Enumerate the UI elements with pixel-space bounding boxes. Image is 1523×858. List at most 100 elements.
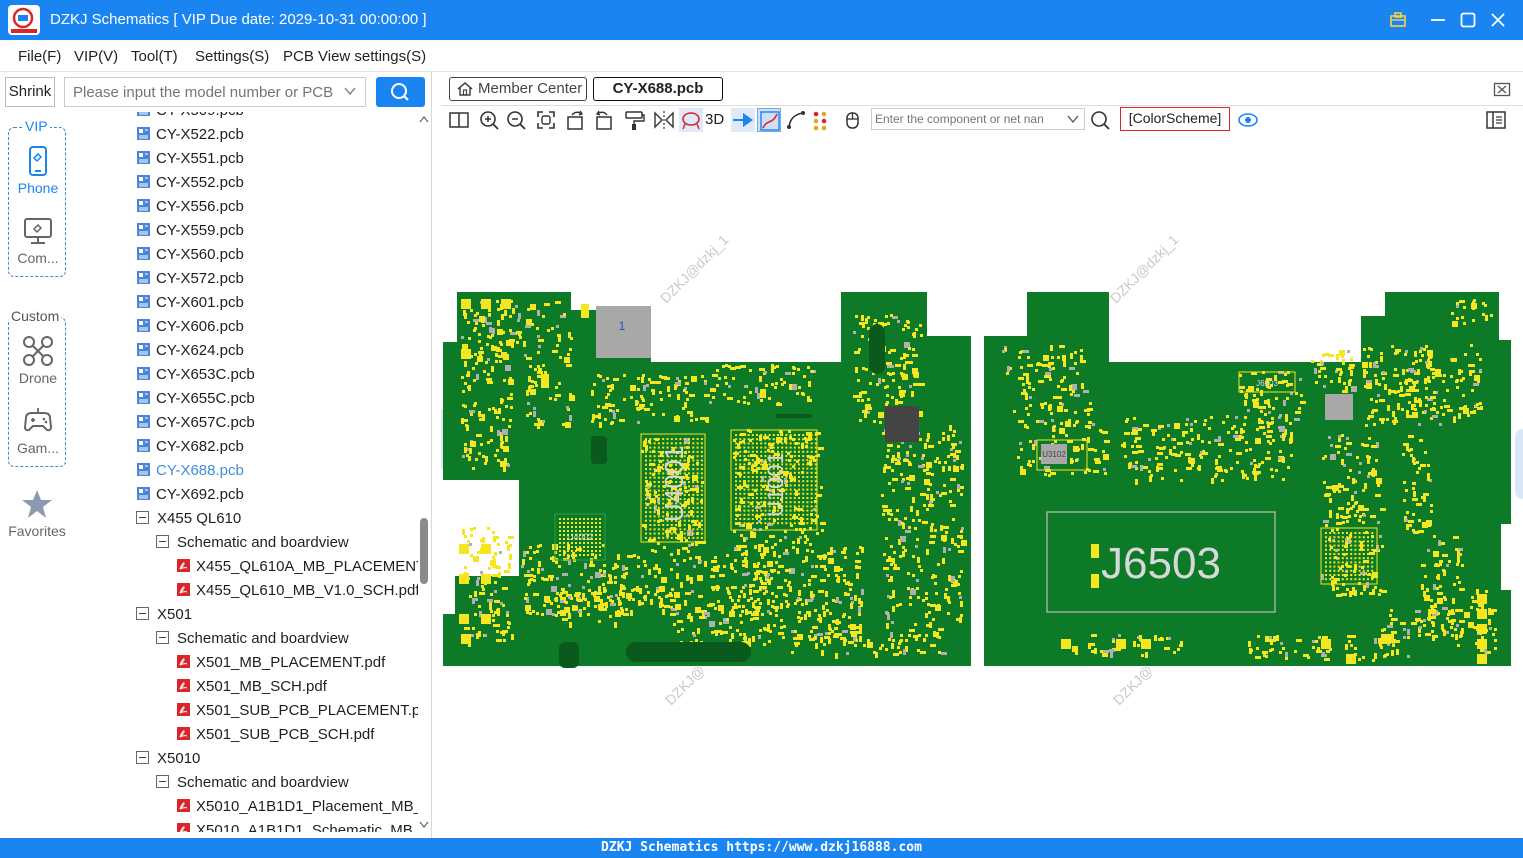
- pin-dots-icon[interactable]: [810, 108, 834, 132]
- zoom-out-icon[interactable]: [504, 108, 528, 132]
- tree-pcb-file[interactable]: CY-X606.pcb: [136, 315, 244, 339]
- tree-pcb-file[interactable]: CY-X682.pcb: [136, 435, 244, 459]
- collapse-toggle-icon[interactable]: [136, 751, 149, 764]
- tree-pcb-file[interactable]: CY-X624.pcb: [136, 339, 244, 363]
- collapse-toggle-icon[interactable]: [156, 631, 169, 644]
- tab-active-pcb[interactable]: CY-X688.pcb: [593, 77, 723, 101]
- tree-pdf-file[interactable]: X501_SUB_PCB_PLACEMENT.pdf: [176, 699, 418, 723]
- collapse-toggle-icon[interactable]: [136, 607, 149, 620]
- tree-pdf-file[interactable]: X5010_A1B1D1_Placement_MB_V: [176, 795, 418, 819]
- tree-pcb-file[interactable]: CY-X657C.pcb: [136, 411, 255, 435]
- rotate-right-icon[interactable]: [591, 108, 615, 132]
- pcb-pad: [670, 438, 673, 440]
- pcb-pad: [810, 509, 813, 512]
- pan-hand-icon[interactable]: [841, 108, 865, 132]
- pcb-pad: [887, 449, 890, 452]
- tree-pcb-file[interactable]: CY-X522.pcb: [136, 123, 244, 147]
- 3d-view-button[interactable]: 3D: [705, 108, 733, 132]
- side-panel-toggle-icon[interactable]: [1484, 108, 1508, 132]
- pcb-canvas[interactable]: DZKJ@dzkj_1 DZKJ@dzkj_1 DZKJ@ DZKJ@ 1 U4…: [441, 134, 1523, 838]
- tree-pcb-file[interactable]: CY-X601.pcb: [136, 291, 244, 315]
- collapse-toggle-icon[interactable]: [156, 775, 169, 788]
- close-button[interactable]: [1486, 8, 1510, 32]
- tree-pdf-file[interactable]: X455_QL610_MB_V1.0_SCH.pdf: [176, 579, 418, 603]
- favorites-button[interactable]: Favorites: [4, 487, 70, 539]
- tree-pcb-file[interactable]: CY-X509.pcb: [136, 112, 244, 123]
- pcb-board-view[interactable]: DZKJ@dzkj_1 DZKJ@dzkj_1 DZKJ@ DZKJ@ 1 U4…: [441, 134, 1523, 838]
- tree-folder[interactable]: X501: [136, 603, 192, 627]
- collapse-toggle-icon[interactable]: [136, 511, 149, 524]
- tree-pcb-file[interactable]: CY-X556.pcb: [136, 195, 244, 219]
- tree-pcb-file[interactable]: CY-X560.pcb: [136, 243, 244, 267]
- tree-scrollbar[interactable]: [418, 112, 430, 832]
- probe-icon[interactable]: [731, 108, 755, 132]
- component-search-input[interactable]: [875, 111, 1065, 127]
- menu-settings[interactable]: Settings(S): [195, 48, 269, 65]
- rotate-left-icon[interactable]: [564, 108, 588, 132]
- tree-pdf-file[interactable]: X501_SUB_PCB_SCH.pdf: [176, 723, 374, 747]
- component-search-field[interactable]: [871, 108, 1085, 130]
- close-tab-icon[interactable]: [1493, 80, 1511, 101]
- tree-pdf-file[interactable]: X501_MB_SCH.pdf: [176, 675, 327, 699]
- colorscheme-button[interactable]: [ColorScheme]: [1120, 107, 1230, 131]
- tree-pdf-file[interactable]: X501_MB_PLACEMENT.pdf: [176, 651, 385, 675]
- chevron-down-icon[interactable]: [343, 84, 357, 101]
- category-drone[interactable]: Drone: [9, 334, 67, 386]
- tree-pcb-file[interactable]: CY-X572.pcb: [136, 267, 244, 291]
- pcb-pad: [1451, 609, 1454, 612]
- eye-icon[interactable]: [1236, 108, 1260, 132]
- trace-icon[interactable]: [784, 108, 808, 132]
- split-view-icon[interactable]: [447, 108, 471, 132]
- search-icon[interactable]: [1088, 108, 1112, 132]
- search-button[interactable]: [376, 77, 425, 107]
- tree-folder[interactable]: X455 QL610: [136, 507, 241, 531]
- tree-pcb-file[interactable]: CY-X551.pcb: [136, 147, 244, 171]
- shrink-button[interactable]: Shrink: [5, 77, 55, 107]
- pcb-pad: [785, 372, 791, 375]
- tree-folder[interactable]: X5010: [136, 747, 200, 771]
- pin-icon[interactable]: [1386, 8, 1410, 32]
- category-phone[interactable]: Phone: [9, 144, 67, 196]
- tree-folder[interactable]: Schematic and boardview: [156, 627, 349, 651]
- pcb-pad: [1072, 390, 1075, 393]
- tree-pcb-file[interactable]: CY-X653C.pcb: [136, 363, 255, 387]
- category-game[interactable]: Gam...: [9, 404, 67, 456]
- pcb-pad: [810, 455, 813, 457]
- pcb-pad: [1284, 373, 1287, 376]
- category-computer[interactable]: Com...: [9, 214, 67, 266]
- format-painter-icon[interactable]: [622, 108, 646, 132]
- tab-member-center[interactable]: Member Center: [449, 77, 587, 101]
- model-search-field[interactable]: [64, 77, 366, 107]
- tree-pcb-file[interactable]: CY-X655C.pcb: [136, 387, 255, 411]
- pcb-pad: [711, 560, 717, 563]
- pcb-pad: [906, 343, 909, 346]
- collapse-toggle-icon[interactable]: [156, 535, 169, 548]
- route-icon[interactable]: [757, 108, 781, 132]
- tree-folder[interactable]: Schematic and boardview: [156, 771, 349, 795]
- pcb-pad: [848, 583, 851, 586]
- menu-vip[interactable]: VIP(V): [74, 48, 118, 65]
- menu-pcb-view-settings[interactable]: PCB View settings(S): [283, 48, 426, 65]
- chevron-down-icon[interactable]: [1066, 112, 1080, 129]
- tree-pcb-file[interactable]: CY-X559.pcb: [136, 219, 244, 243]
- pcb-pad: [645, 528, 647, 531]
- tree-folder[interactable]: Schematic and boardview: [156, 531, 349, 555]
- tree-pdf-file[interactable]: X455_QL610A_MB_PLACEMENT_V: [176, 555, 418, 579]
- menu-tool[interactable]: Tool(T): [131, 48, 178, 65]
- pcb-pad: [820, 522, 826, 525]
- tree-pcb-file[interactable]: CY-X692.pcb: [136, 483, 244, 507]
- pcb-pad: [507, 545, 510, 551]
- menu-file[interactable]: File(F): [18, 48, 61, 65]
- tree-pcb-file[interactable]: CY-X552.pcb: [136, 171, 244, 195]
- net-highlight-icon[interactable]: [679, 108, 703, 132]
- minimize-button[interactable]: [1426, 8, 1450, 32]
- mirror-icon[interactable]: [652, 108, 676, 132]
- model-search-input[interactable]: [73, 82, 333, 102]
- tree-pcb-file[interactable]: CY-X688.pcb: [136, 459, 244, 483]
- pcb-pad: [799, 598, 802, 601]
- fit-view-icon[interactable]: [534, 108, 558, 132]
- zoom-in-icon[interactable]: [477, 108, 501, 132]
- pcb-pad: [1023, 350, 1029, 353]
- maximize-button[interactable]: [1456, 8, 1480, 32]
- tree-pdf-file[interactable]: X5010_A1B1D1_Schematic_MB_V: [176, 819, 418, 832]
